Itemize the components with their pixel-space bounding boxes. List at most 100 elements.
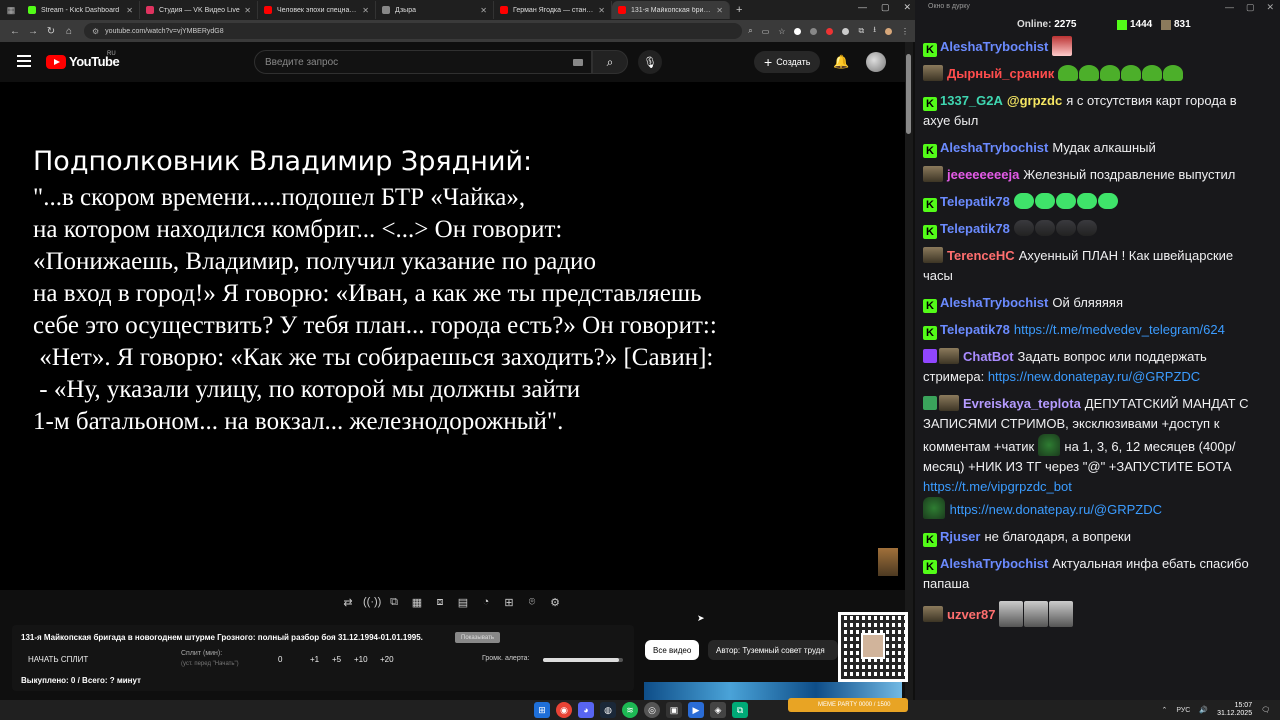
player-icon[interactable]: ▶: [688, 702, 704, 718]
volume-icon[interactable]: 🔊: [1199, 706, 1208, 714]
browser-tab[interactable]: Дзыра ✕: [376, 1, 494, 19]
voice-search-button[interactable]: 🎙: [638, 50, 662, 74]
tray-expand-icon[interactable]: ⌃: [1161, 706, 1167, 714]
chat-nick[interactable]: Telepatik78: [940, 322, 1010, 337]
tab-close-icon[interactable]: ✕: [362, 6, 369, 15]
add-10-button[interactable]: +10: [354, 655, 368, 664]
chrome-icon[interactable]: ◉: [556, 702, 572, 718]
browser-tab[interactable]: 131-я Майкопская брига... ✕: [612, 1, 730, 19]
chat-link[interactable]: https://t.me/medvedev_telegram/624: [1014, 322, 1225, 337]
hamburger-icon[interactable]: [17, 55, 31, 70]
chat-nick[interactable]: ChatBot: [963, 349, 1014, 364]
chat-nick[interactable]: 1337_G2A: [940, 93, 1003, 108]
chat-nick[interactable]: Telepatik78: [940, 194, 1010, 209]
film-icon[interactable]: ▤: [455, 596, 471, 609]
search-button[interactable]: ⌕: [592, 50, 628, 74]
maximize-icon[interactable]: ▢: [1246, 2, 1255, 13]
tab-close-icon[interactable]: ✕: [480, 6, 487, 15]
spotify-icon[interactable]: ≋: [622, 702, 638, 718]
app-icon[interactable]: ◈: [710, 702, 726, 718]
browser-tab[interactable]: Студия — VK Видео Live ✕: [140, 1, 258, 19]
tab-close-icon[interactable]: ✕: [598, 6, 605, 15]
profile-avatar[interactable]: [885, 27, 892, 35]
extension-icon[interactable]: [842, 27, 850, 35]
maximize-icon[interactable]: ▢: [881, 2, 890, 13]
clock[interactable]: 15:07 31.12.2025: [1217, 702, 1252, 718]
new-tab-icon[interactable]: +: [736, 4, 742, 16]
chat-nick[interactable]: AleshaTrybochist: [940, 39, 1048, 54]
chat-nick[interactable]: Rjuser: [940, 529, 980, 544]
download-icon[interactable]: ⭳: [873, 24, 876, 38]
chat-link[interactable]: https://new.donatepay.ru/@GRPZDC: [988, 369, 1200, 384]
add-icon[interactable]: ⊞: [501, 596, 517, 609]
chat-nick[interactable]: AleshaTrybochist: [940, 295, 1048, 310]
notifications-icon[interactable]: 🗨: [1261, 706, 1270, 714]
chat-nick[interactable]: AleshaTrybochist: [940, 140, 1048, 155]
chat-nick[interactable]: Telepatik78: [940, 221, 1010, 236]
chat-nick[interactable]: Evreiskaya_teplota: [963, 396, 1081, 411]
extension-icon[interactable]: [794, 27, 802, 35]
menu-icon[interactable]: ⋮: [901, 27, 909, 36]
chat-nick[interactable]: TerenceHC: [947, 248, 1015, 263]
lang-indicator[interactable]: РУС: [1176, 707, 1190, 714]
tab-close-icon[interactable]: ✕: [126, 6, 133, 15]
reload-icon[interactable]: ↻: [42, 26, 60, 37]
clapper-icon[interactable]: ▦: [409, 596, 425, 609]
chip-all-videos[interactable]: Все видео: [645, 640, 700, 660]
tab-close-icon[interactable]: ✕: [716, 6, 723, 15]
browser-tab[interactable]: Герман Ягодка — становлени ✕: [494, 1, 612, 19]
minimize-icon[interactable]: —: [858, 2, 867, 13]
steam-icon[interactable]: ◍: [600, 702, 616, 718]
video-player[interactable]: Подполковник Владимир Зрядний: "...в ско…: [0, 82, 905, 590]
pip-icon[interactable]: ⧈: [432, 596, 448, 609]
chat-nick[interactable]: jeeeeeeeeja: [947, 167, 1019, 182]
back-icon[interactable]: ←: [6, 26, 24, 37]
forward-icon[interactable]: →: [24, 26, 42, 37]
home-icon[interactable]: ⌂: [60, 26, 78, 37]
extension-icon[interactable]: [810, 27, 818, 35]
minimize-icon[interactable]: —: [1225, 2, 1234, 13]
tab-menu-icon[interactable]: ▦: [4, 3, 18, 17]
loop-icon[interactable]: ⇄: [340, 596, 356, 609]
chip-author[interactable]: Автор: Туземный совет трудя: [708, 640, 838, 660]
browser-tab[interactable]: Человек эпохи спецназа. Как✕: [258, 1, 376, 19]
start-split-button[interactable]: НАЧАТЬ СПЛИТ: [28, 655, 88, 664]
bookmark-icon[interactable]: ☆: [778, 27, 785, 36]
url-field[interactable]: ⚙ youtube.com/watch?v=vjYMBERydG8: [84, 23, 743, 39]
tab-close-icon[interactable]: ✕: [244, 6, 251, 15]
add-20-button[interactable]: +20: [380, 655, 394, 664]
cast-icon[interactable]: ▭: [762, 27, 770, 36]
chat-nick[interactable]: AleshaTrybochist: [940, 556, 1048, 571]
screenshot-icon[interactable]: ⌾: [524, 596, 540, 609]
zoom-icon[interactable]: ⌕: [748, 26, 752, 36]
browser-tab[interactable]: Stream - Kick Dashboard ✕: [22, 1, 140, 19]
obs-icon[interactable]: ◎: [644, 702, 660, 718]
meme-party-widget[interactable]: MEME PARTY 0000 / 1500: [788, 698, 908, 712]
speed-icon[interactable]: ◔: [478, 596, 494, 609]
settings-gear-icon[interactable]: ⚙: [547, 596, 563, 609]
chat-nick[interactable]: uzver87: [947, 607, 995, 622]
youtube-logo[interactable]: YouTube RU: [46, 51, 120, 69]
chat-message-list[interactable]: K AleshaTrybochist Дырный_сраник K 1337_G2A @…: [923, 36, 1263, 634]
chat-link[interactable]: https://t.me/vipgrpzdc_bot: [923, 479, 1072, 494]
discord-icon[interactable]: ◕: [578, 702, 594, 718]
chat-mention[interactable]: @grpzdc: [1007, 93, 1062, 108]
extension-icon[interactable]: [826, 27, 834, 35]
chat-link[interactable]: https://new.donatepay.ru/@GRPZDC: [950, 502, 1162, 517]
add-5-button[interactable]: +5: [332, 655, 341, 664]
audio-icon[interactable]: ((·)): [363, 596, 381, 609]
account-avatar[interactable]: [866, 52, 886, 72]
keyboard-icon[interactable]: [573, 59, 583, 66]
app-icon[interactable]: ▣: [666, 702, 682, 718]
add-1-button[interactable]: +1: [310, 655, 319, 664]
close-icon[interactable]: ✕: [903, 2, 911, 13]
show-tag-button[interactable]: Показывать: [455, 632, 500, 643]
notifications-bell-icon[interactable]: 🔔: [833, 54, 849, 70]
alert-volume-slider[interactable]: [543, 658, 623, 662]
page-scrollbar[interactable]: [905, 42, 913, 700]
start-icon[interactable]: ⊞: [534, 702, 550, 718]
app-icon[interactable]: ⧉: [732, 702, 748, 718]
create-button[interactable]: + Создать: [754, 51, 821, 73]
screen-share-icon[interactable]: ⧉: [386, 596, 402, 609]
site-info-icon[interactable]: ⚙: [92, 27, 99, 36]
